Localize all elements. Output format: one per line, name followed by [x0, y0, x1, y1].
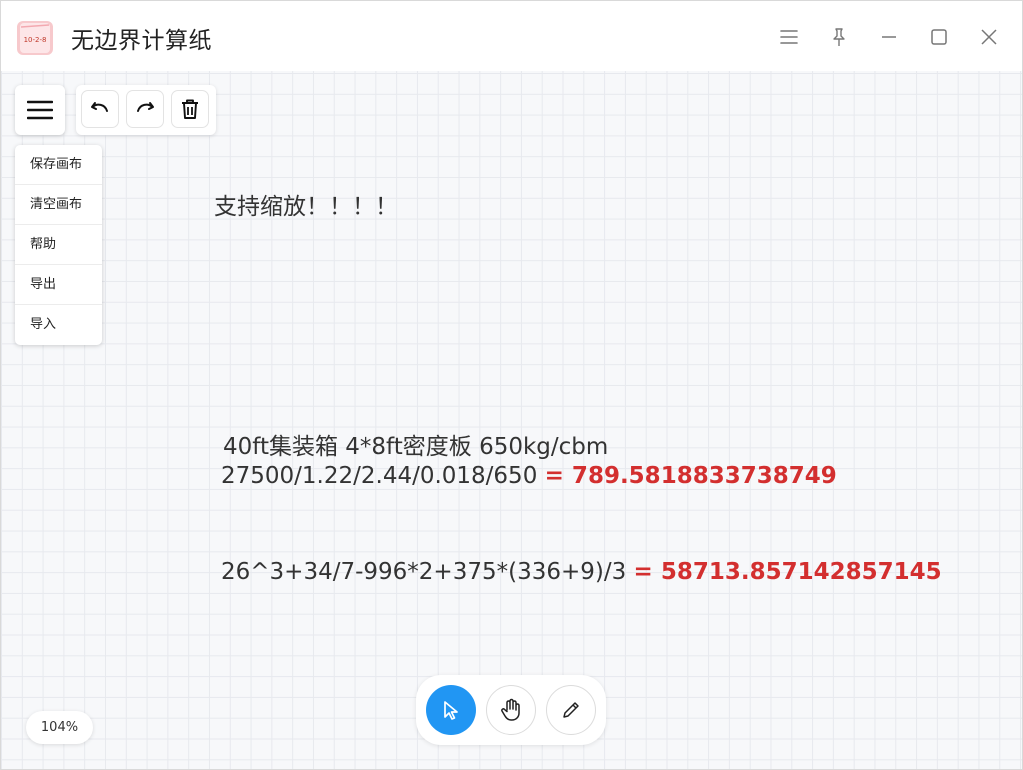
calc-result: = 789.5818833738749 [544, 463, 837, 489]
minimize-button[interactable] [873, 21, 905, 53]
app-title: 无边界计算纸 [71, 28, 212, 54]
canvas-note-container[interactable]: 40ft集装箱 4*8ft密度板 650kg/cbm [223, 427, 608, 461]
menu-item-export[interactable]: 导出 [15, 265, 102, 305]
drawing-canvas[interactable]: 保存画布 清空画布 帮助 导出 导入 支持缩放！！！！ 40ft集装箱 4*8f… [1, 71, 1022, 769]
pin-button[interactable] [823, 21, 855, 53]
menu-item-import[interactable]: 导入 [15, 305, 102, 345]
trash-icon [182, 99, 198, 119]
select-tool-button[interactable] [426, 685, 476, 735]
window-menu-button[interactable] [773, 21, 805, 53]
redo-icon [137, 102, 154, 112]
delete-button[interactable] [171, 90, 209, 128]
cursor-icon [444, 701, 458, 720]
main-menu-dropdown: 保存画布 清空画布 帮助 导出 导入 [15, 145, 102, 345]
pin-icon [833, 28, 845, 46]
close-button[interactable] [973, 21, 1005, 53]
pan-tool-button[interactable] [486, 685, 536, 735]
maximize-icon [931, 29, 947, 45]
canvas-calc-line-1[interactable]: 27500/1.22/2.44/0.018/650 = 789.58188337… [221, 463, 837, 489]
hand-icon [501, 698, 520, 721]
history-toolbar [76, 85, 216, 135]
main-menu-button[interactable] [15, 85, 65, 135]
menu-item-clear-canvas[interactable]: 清空画布 [15, 185, 102, 225]
canvas-calc-line-2[interactable]: 26^3+34/7-996*2+375*(336+9)/3 = 58713.85… [221, 559, 942, 585]
app-icon-text: 10-2-8 [24, 36, 47, 44]
redo-button[interactable] [126, 90, 164, 128]
app-window: 10-2-8 无边界计算纸 保存画布 清空画布 帮助 导出 导入 支持缩放！！！… [0, 0, 1023, 770]
menu-icon [780, 30, 798, 44]
minimize-icon [882, 36, 896, 38]
app-logo-icon: 10-2-8 [15, 17, 55, 57]
close-icon [981, 29, 997, 45]
draw-tool-button[interactable] [546, 685, 596, 735]
undo-icon [91, 102, 108, 112]
hamburger-icon [27, 100, 53, 120]
menu-item-save-canvas[interactable]: 保存画布 [15, 145, 102, 185]
mode-toolbar [416, 675, 606, 745]
undo-button[interactable] [81, 90, 119, 128]
maximize-button[interactable] [923, 21, 955, 53]
title-bar[interactable]: 10-2-8 无边界计算纸 [1, 1, 1022, 71]
canvas-note-zoom[interactable]: 支持缩放！！！！ [214, 187, 398, 221]
calc-expression: 27500/1.22/2.44/0.018/650 [221, 463, 538, 489]
calc-expression: 26^3+34/7-996*2+375*(336+9)/3 [221, 559, 627, 585]
menu-item-help[interactable]: 帮助 [15, 225, 102, 265]
zoom-level-indicator[interactable]: 104% [26, 711, 93, 744]
pencil-icon [563, 702, 579, 718]
calc-result: = 58713.857142857145 [633, 559, 942, 585]
